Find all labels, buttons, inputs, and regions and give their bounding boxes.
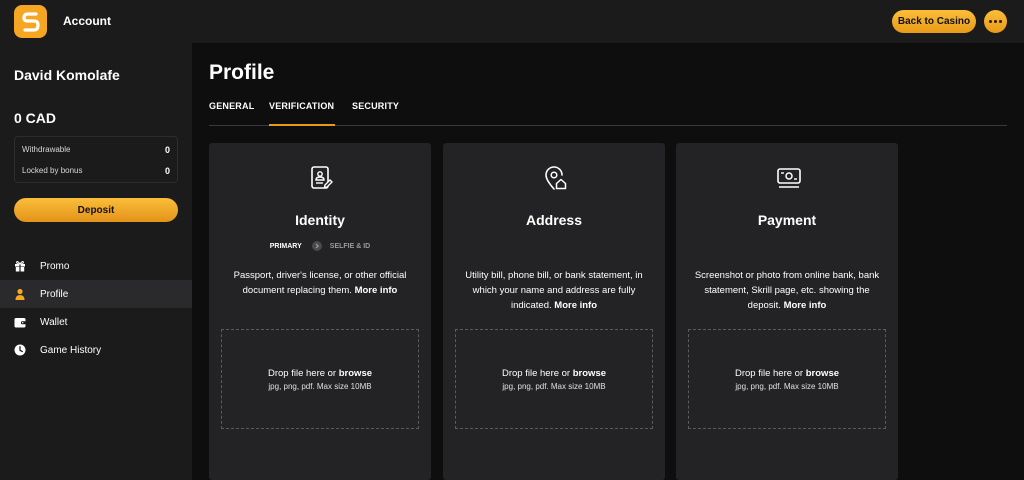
card-title: Identity: [295, 212, 345, 228]
profile-tabs: GENERAL VERIFICATION SECURITY: [209, 99, 1007, 126]
balance-amount: 0 CAD: [14, 110, 57, 126]
dropzone-hint: jpg, png, pdf. Max size 10MB: [502, 381, 606, 391]
dropzone-label: Drop file here or: [734, 367, 804, 379]
card-title: Address: [525, 212, 583, 228]
brand-logo[interactable]: [14, 5, 47, 38]
dropzone-text: Drop file here or browse: [268, 368, 372, 379]
more-info-link[interactable]: More info: [784, 300, 827, 311]
user-name: David Komolafe: [14, 67, 120, 83]
browse-link[interactable]: browse: [339, 368, 372, 379]
card-description: Utility bill, phone bill, or bank statem…: [459, 268, 649, 313]
dropzone-hint: jpg, png, pdf. Max size 10MB: [735, 381, 839, 391]
browse-link[interactable]: browse: [806, 368, 839, 379]
card-description: Screenshot or photo from online bank, ba…: [692, 268, 882, 313]
locked-bonus-label: Locked by bonus: [22, 166, 83, 175]
verification-steps: PRIMARY SELFIE & ID: [209, 241, 431, 251]
chevron-right-icon: [311, 241, 322, 251]
browse-link[interactable]: browse: [573, 368, 606, 379]
dropzone-text: Drop file here or browse: [735, 368, 839, 379]
app-title: Account: [63, 14, 111, 28]
back-to-casino-button[interactable]: Back to Casino: [892, 10, 976, 33]
sidebar-item-wallet[interactable]: Wallet: [0, 308, 192, 336]
withdrawable-label: Withdrawable: [22, 145, 71, 154]
balance-breakdown: Withdrawable 0 Locked by bonus 0: [14, 136, 178, 183]
address-card: Address Utility bill, phone bill, or ban…: [443, 143, 665, 480]
withdrawable-row: Withdrawable 0: [22, 145, 170, 155]
dropzone-label: Drop file here or: [501, 367, 571, 379]
step-primary[interactable]: PRIMARY: [270, 243, 302, 250]
locked-bonus-row: Locked by bonus 0: [22, 166, 170, 176]
sidebar-item-game-history[interactable]: Game History: [0, 336, 192, 364]
sidebar-item-label: Profile: [40, 288, 69, 300]
more-info-link[interactable]: More info: [554, 300, 597, 311]
tab-verification[interactable]: VERIFICATION: [269, 101, 334, 111]
sidebar-item-label: Promo: [40, 260, 70, 272]
locked-bonus-value: 0: [164, 166, 170, 176]
file-dropzone[interactable]: Drop file here or browse jpg, png, pdf. …: [455, 329, 653, 429]
payment-card: Payment Screenshot or photo from online …: [676, 143, 898, 480]
user-icon: [13, 288, 26, 301]
dropzone-hint: jpg, png, pdf. Max size 10MB: [268, 381, 372, 391]
more-info-link[interactable]: More info: [355, 285, 398, 296]
payment-icon: [776, 165, 801, 191]
step-selfie-id[interactable]: SELFIE & ID: [330, 243, 370, 250]
gift-icon: [13, 260, 26, 273]
deposit-button[interactable]: Deposit: [14, 198, 178, 222]
sidebar-item-label: Game History: [40, 344, 102, 356]
withdrawable-value: 0: [164, 145, 170, 155]
sidebar-item-profile[interactable]: Profile: [0, 280, 192, 308]
sidebar-item-promo[interactable]: Promo: [0, 252, 192, 280]
identity-card: Identity PRIMARY SELFIE & ID Passport, d…: [209, 143, 431, 480]
card-description: Passport, driver's license, or other off…: [225, 268, 415, 298]
more-dots-icon: [989, 20, 1002, 23]
clock-icon: [13, 344, 26, 357]
tab-security[interactable]: SECURITY: [352, 101, 399, 111]
file-dropzone[interactable]: Drop file here or browse jpg, png, pdf. …: [221, 329, 419, 429]
sidebar-nav: Promo Profile Wallet Game History: [0, 252, 192, 364]
sidebar: David Komolafe 0 CAD Withdrawable 0 Lock…: [0, 43, 192, 480]
dropzone-label: Drop file here or: [267, 367, 337, 379]
id-document-icon: [309, 165, 333, 191]
more-menu-button[interactable]: [984, 10, 1007, 33]
file-dropzone[interactable]: Drop file here or browse jpg, png, pdf. …: [688, 329, 886, 429]
active-tab-indicator: [269, 124, 335, 126]
top-bar: Account Back to Casino: [0, 0, 1024, 43]
tab-general[interactable]: GENERAL: [209, 101, 254, 111]
location-home-icon: [543, 165, 567, 191]
dropzone-text: Drop file here or browse: [502, 368, 606, 379]
sidebar-item-label: Wallet: [40, 316, 68, 328]
page-title: Profile: [209, 61, 275, 84]
wallet-icon: [13, 316, 26, 329]
card-title: Payment: [757, 212, 817, 228]
logo-s-icon: [21, 11, 40, 32]
